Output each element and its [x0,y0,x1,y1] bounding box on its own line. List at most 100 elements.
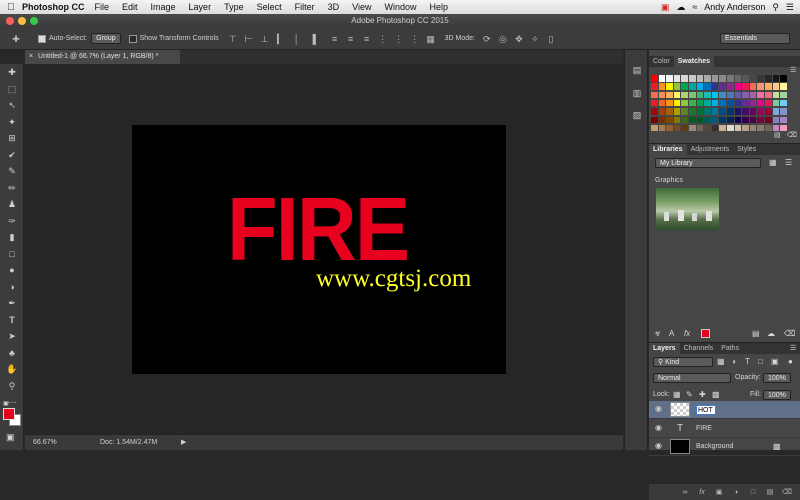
filter-type-icon[interactable]: T [745,357,750,366]
color-swatch[interactable] [666,91,673,99]
color-swatch[interactable] [772,99,780,107]
color-swatch[interactable] [711,116,719,123]
graphic-thumbnail[interactable] [656,188,719,230]
color-swatch[interactable] [666,108,673,115]
3d-orbit-icon[interactable]: ⟳ [481,33,493,45]
color-swatch[interactable] [689,83,696,90]
menu-window[interactable]: Window [384,2,416,12]
filter-shape-icon[interactable]: □ [758,357,763,366]
color-swatch[interactable] [749,108,757,115]
color-swatch[interactable] [734,75,742,82]
filter-toggle-icon[interactable]: ● [788,357,793,366]
align-hcenter-icon[interactable]: │ [291,33,303,45]
color-swatch[interactable] [719,124,726,132]
color-swatch[interactable] [681,116,688,123]
zoom-window-button[interactable] [30,17,38,25]
menu-image[interactable]: Image [151,2,176,12]
color-swatch[interactable] [711,99,719,107]
color-swatch[interactable] [765,91,772,99]
color-swatch[interactable] [704,91,711,99]
menu-file[interactable]: File [95,2,110,12]
add-layer-style-icon[interactable]: fx [684,329,690,338]
eyedropper-tool-icon[interactable]: ✔ [0,147,24,164]
color-swatch[interactable] [689,99,696,107]
distribute-top-icon[interactable]: ≡ [329,33,341,45]
color-swatch[interactable] [651,91,658,99]
filter-adjustment-icon[interactable]: ◑ [731,357,736,366]
distribute-right-icon[interactable]: ⋮ [409,33,421,45]
color-swatch[interactable] [742,108,749,115]
minimize-window-button[interactable] [18,17,26,25]
color-swatch[interactable] [673,75,681,82]
default-colors-icon[interactable]: ▣ [3,400,9,407]
distribute-bottom-icon[interactable]: ≡ [361,33,373,45]
library-sync-icon[interactable]: ▤ [752,329,760,338]
new-group-icon[interactable]: □ [748,488,758,497]
visibility-eye-icon[interactable]: ◉ [655,442,663,450]
3d-roll-icon[interactable]: ◎ [497,33,509,45]
move-tool-preset-icon[interactable]: ✚ [10,33,22,45]
wifi-icon[interactable]: ≈ [692,2,697,12]
color-swatch[interactable] [719,91,726,99]
color-swatch[interactable] [696,124,704,132]
marquee-tool-icon[interactable]: ⬚ [0,81,24,98]
color-swatch[interactable] [689,116,696,123]
library-cc-icon[interactable]: ☁ [767,329,775,338]
color-swatch[interactable] [689,91,696,99]
distribute-hcenter-icon[interactable]: ⋮ [393,33,405,45]
color-swatch[interactable] [681,83,688,90]
fill-input[interactable]: 100% [763,390,791,400]
tab-color[interactable]: Color [649,56,674,67]
color-swatch[interactable] [658,108,666,115]
color-swatch[interactable] [673,99,681,107]
clone-stamp-tool-icon[interactable]: ♟ [0,196,24,213]
layer-filter-dropdown[interactable]: ⚲ Kind [653,357,713,367]
delete-layer-icon[interactable]: ⌫ [782,488,792,497]
auto-select-dropdown[interactable]: Group [91,33,121,44]
distribute-left-icon[interactable]: ⋮ [377,33,389,45]
color-swatch[interactable] [780,75,787,82]
lock-pixels-icon[interactable]: ✎ [686,390,693,399]
color-swatch[interactable] [757,83,764,90]
tab-layers[interactable]: Layers [649,343,680,354]
brush-tool-icon[interactable]: ✏ [0,180,24,197]
eraser-tool-icon[interactable]: ▮ [0,229,24,246]
canvas-work-area[interactable]: FIRE www.cgtsj.com [25,64,623,434]
color-swatch[interactable] [681,124,688,132]
color-swatch[interactable] [757,99,764,107]
dodge-tool-icon[interactable]: ◑ [0,279,24,296]
tab-channels[interactable]: Channels [680,343,718,354]
color-swatch[interactable] [719,83,726,90]
grid-view-icon[interactable]: ▦ [769,158,777,167]
color-swatch[interactable] [651,124,658,132]
layer-row-hot[interactable]: ◉ HOT [649,401,800,419]
color-swatch[interactable] [704,124,711,132]
path-select-tool-icon[interactable]: ➤ [0,328,24,345]
workspace-dropdown[interactable]: Essentials [720,33,790,44]
color-swatch[interactable] [772,91,780,99]
filter-pixel-icon[interactable]: ▦ [717,357,725,366]
new-layer-icon[interactable]: ▤ [765,488,775,497]
color-swatch[interactable] [742,91,749,99]
color-swatch[interactable] [765,108,772,115]
color-swatch[interactable] [666,116,673,123]
color-swatch[interactable] [749,116,757,123]
color-swatch[interactable] [765,75,772,82]
menu-view[interactable]: View [352,2,371,12]
color-swatch[interactable] [757,75,764,82]
color-swatch[interactable] [651,83,658,90]
document-tab[interactable]: × Untitled-1 @ 66.7% (Layer 1, RGB/8) * [25,50,180,64]
color-swatch[interactable] [673,108,681,115]
layer-name-input[interactable]: HOT [696,405,716,415]
color-swatch[interactable] [658,116,666,123]
distribute-vcenter-icon[interactable]: ≡ [345,33,357,45]
align-right-icon[interactable]: ▐ [307,33,319,45]
link-layers-icon[interactable]: ∞ [680,488,690,497]
3d-pan-icon[interactable]: ✥ [513,33,525,45]
align-bottom-icon[interactable]: ⊥ [259,33,271,45]
color-swatch[interactable] [658,91,666,99]
quick-select-tool-icon[interactable]: ✦ [0,114,24,131]
menu-app-name[interactable]: Photoshop CC [22,2,85,12]
color-swatch[interactable] [704,116,711,123]
move-tool-icon[interactable]: ✚ [0,64,24,81]
